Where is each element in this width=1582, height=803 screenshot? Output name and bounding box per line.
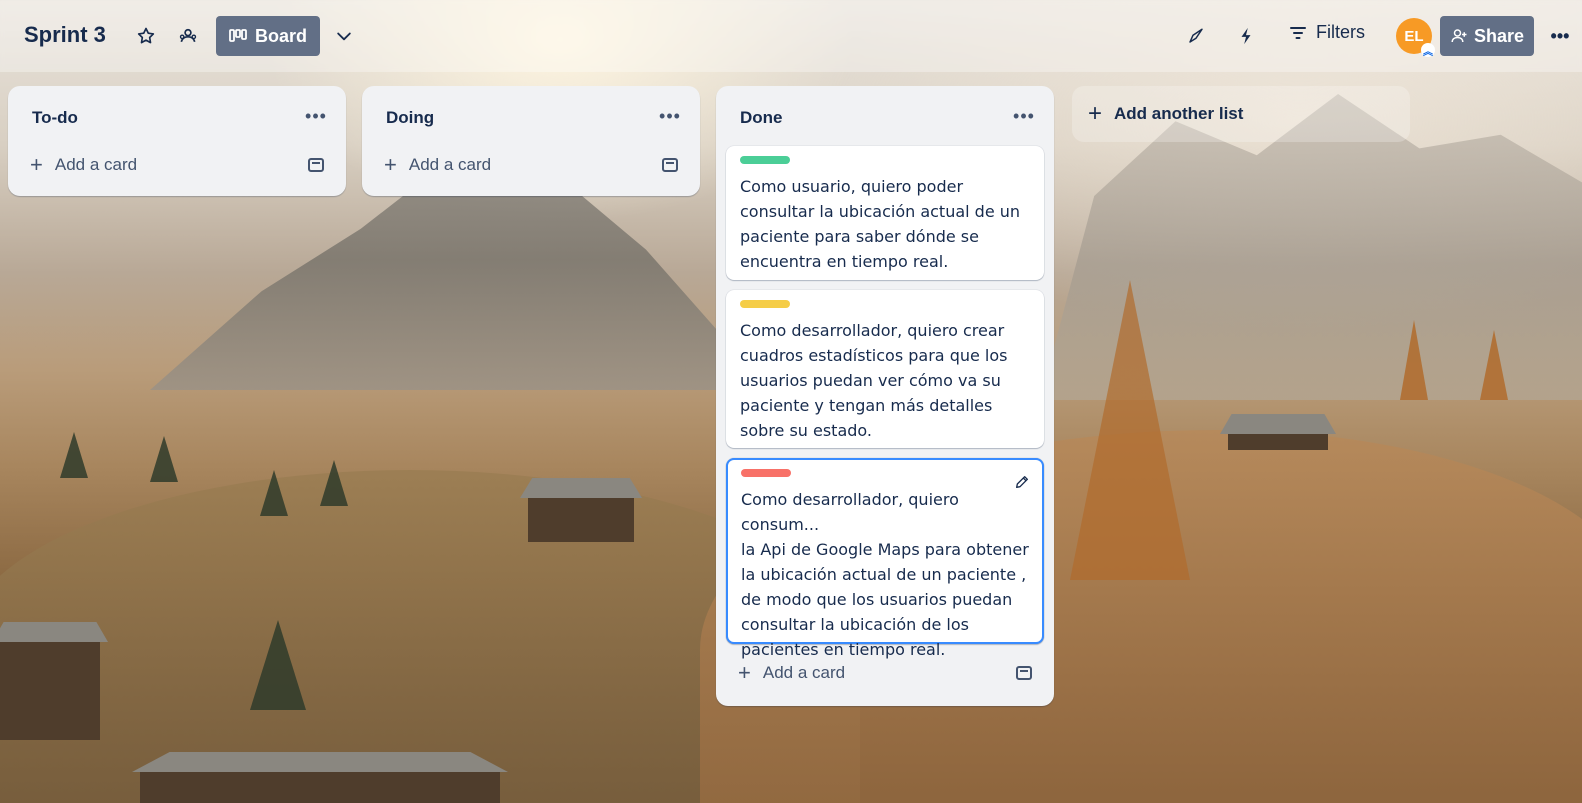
board-header: Sprint 3 Board Filters EL ︽ Share ••• — [0, 0, 1582, 72]
background-tree — [320, 460, 348, 506]
avatar[interactable]: EL ︽ — [1396, 18, 1435, 58]
background-tree — [150, 436, 178, 482]
board-view-button[interactable]: Board — [216, 16, 320, 56]
chevron-down-icon — [337, 32, 351, 41]
list-to-do: To-do ••• + Add a card — [8, 86, 346, 196]
card-title-first-line: Como desarrollador, quiero consum... — [741, 490, 959, 534]
avatar-initials: EL — [1404, 27, 1424, 45]
background-tree — [250, 620, 306, 710]
plus-icon: + — [1088, 100, 1103, 127]
more-icon: ••• — [305, 105, 327, 126]
add-card-button[interactable]: + Add a card — [738, 662, 845, 684]
card-title-rest: la Api de Google Maps para obtener la ub… — [741, 540, 1029, 659]
filters-button[interactable]: Filters — [1290, 22, 1365, 43]
visibility-button[interactable] — [172, 20, 204, 52]
pencil-icon — [1016, 476, 1028, 488]
list-title[interactable]: Doing — [386, 108, 434, 128]
card-template-icon[interactable] — [1016, 666, 1032, 680]
visibility-icon — [179, 28, 197, 43]
card[interactable]: Como desarrollador, quiero crear cuadros… — [726, 290, 1044, 448]
filter-icon — [1290, 26, 1306, 39]
card[interactable]: Como desarrollador, quiero consum... la … — [726, 458, 1044, 659]
background-tree — [60, 432, 88, 478]
automation-button[interactable] — [1230, 20, 1262, 52]
background-hut — [1228, 432, 1328, 450]
plus-icon: + — [30, 152, 43, 177]
list-title[interactable]: To-do — [32, 108, 78, 128]
add-card-button[interactable]: + Add a card — [384, 154, 491, 176]
card-template-icon[interactable] — [308, 158, 324, 172]
board-view-label: Board — [254, 25, 307, 46]
add-person-icon — [1451, 29, 1467, 43]
card-template-icon[interactable] — [662, 158, 678, 172]
admin-badge-icon: ︽ — [1421, 43, 1435, 58]
list-doing: Doing ••• + Add a card — [362, 86, 700, 196]
add-card-button[interactable]: + Add a card — [30, 154, 137, 176]
star-icon — [137, 27, 155, 44]
filters-label: Filters — [1316, 22, 1365, 42]
board-menu-button[interactable]: ••• — [1544, 20, 1576, 52]
plus-icon: + — [384, 152, 397, 177]
card-label-green[interactable] — [740, 156, 790, 164]
background-hut — [0, 640, 100, 740]
background-hut — [140, 770, 500, 803]
lightning-icon — [1241, 27, 1251, 45]
board-view-icon — [229, 29, 247, 42]
share-button[interactable]: Share — [1440, 16, 1534, 56]
add-card-label: Add a card — [762, 663, 846, 682]
views-dropdown-button[interactable] — [328, 20, 360, 52]
more-icon: ••• — [1550, 25, 1570, 46]
more-icon: ••• — [659, 105, 681, 126]
background-tree — [260, 470, 288, 516]
list-menu-button[interactable]: ••• — [656, 102, 684, 130]
edit-card-button[interactable] — [1014, 474, 1030, 494]
background-tree — [1070, 280, 1190, 580]
add-card-label: Add a card — [408, 155, 492, 174]
star-button[interactable] — [130, 20, 162, 52]
board-title[interactable]: Sprint 3 — [24, 22, 106, 48]
background-tree — [1400, 320, 1428, 400]
power-ups-button[interactable] — [1180, 20, 1212, 52]
list-menu-button[interactable]: ••• — [1010, 102, 1038, 130]
share-label: Share — [1473, 25, 1525, 46]
card-title: Como desarrollador, quiero crear cuadros… — [740, 321, 1008, 440]
plus-icon: + — [738, 660, 751, 685]
card-label-yellow[interactable] — [740, 300, 790, 308]
card-title: Como desarrollador, quiero consum... la … — [741, 487, 1029, 662]
rocket-icon — [1189, 28, 1203, 43]
add-list-button[interactable]: + Add another list — [1072, 86, 1410, 142]
list-title[interactable]: Done — [740, 108, 783, 128]
more-icon: ••• — [1013, 105, 1035, 126]
list-menu-button[interactable]: ••• — [302, 102, 330, 130]
add-list-label: Add another list — [1114, 104, 1244, 123]
card-label-red[interactable] — [741, 469, 791, 477]
add-card-label: Add a card — [54, 155, 138, 174]
card-title: Como usuario, quiero poder consultar la … — [740, 177, 1021, 271]
card[interactable]: Como usuario, quiero poder consultar la … — [726, 146, 1044, 280]
list-done: Done ••• Como usuario, quiero poder cons… — [716, 86, 1054, 706]
background-tree — [1480, 330, 1508, 400]
background-hut — [528, 496, 634, 542]
